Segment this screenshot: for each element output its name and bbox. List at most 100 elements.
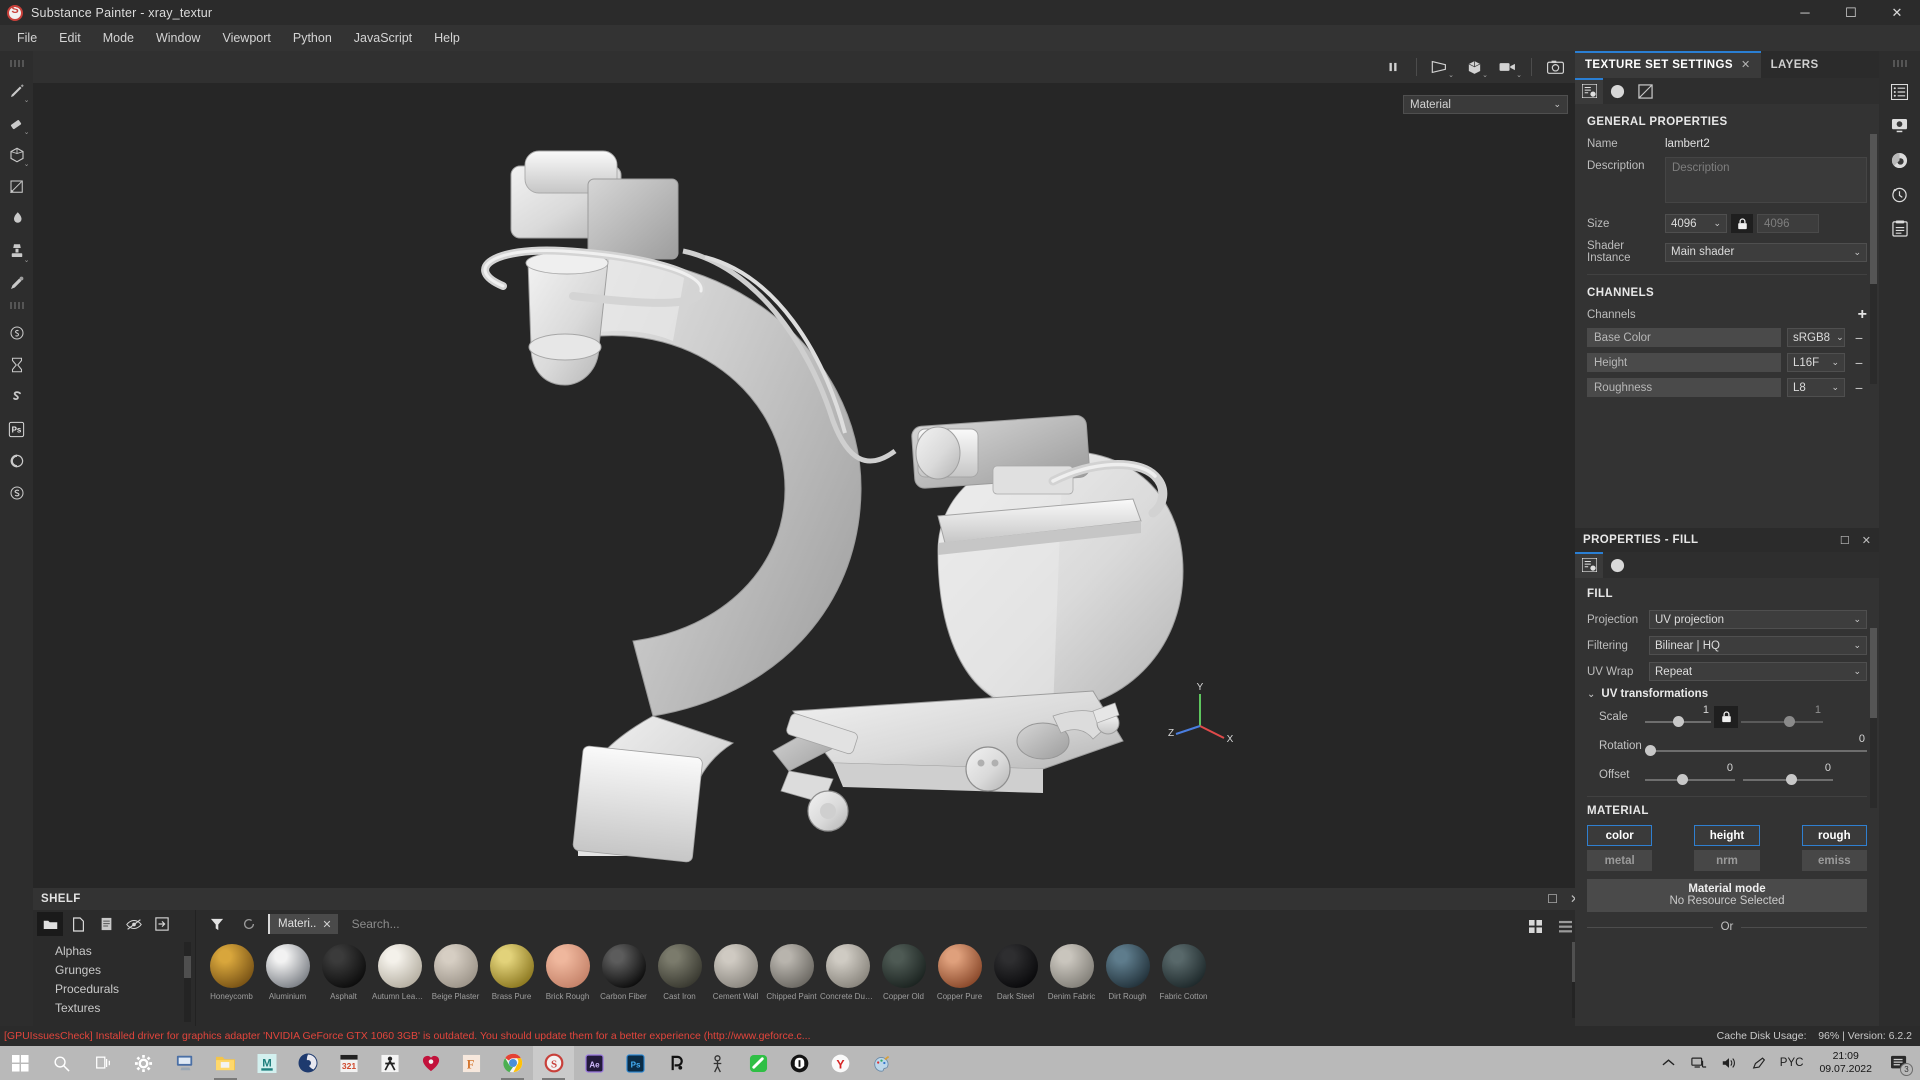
pixel-icon[interactable] (656, 1046, 697, 1080)
projection-select[interactable]: UV projection ⌄ (1649, 610, 1867, 629)
start-button-icon[interactable] (0, 1046, 41, 1080)
channel-name-roughness[interactable]: Roughness (1587, 378, 1781, 397)
add-channel-button[interactable]: + (1858, 307, 1867, 323)
channel-format-roughness[interactable]: L8 ⌄ (1787, 378, 1845, 397)
substance-share-tool[interactable] (2, 381, 32, 413)
smudge-tool[interactable] (2, 203, 32, 235)
filter-icon[interactable] (204, 912, 230, 936)
shader-instance-select[interactable]: Main shader ⌄ (1665, 242, 1867, 262)
properties-fill-scrollbar[interactable] (1870, 628, 1877, 808)
shader-settings-icon[interactable] (1883, 143, 1917, 177)
projection-tool[interactable]: ⌄ (2, 139, 32, 171)
photoshop-link-tool[interactable]: Ps (2, 413, 32, 445)
shelf-material-item[interactable]: Denim Fabric (1044, 938, 1099, 1026)
scale-v-slider[interactable]: 1 (1741, 704, 1823, 730)
fill-properties-icon[interactable] (1575, 552, 1603, 578)
paint-brush-tool[interactable]: ⌄ (2, 75, 32, 107)
properties-fill-scrollbar-thumb[interactable] (1870, 628, 1877, 718)
material-properties-icon[interactable] (1603, 552, 1631, 578)
shelf-material-item[interactable]: Autumn Leaves (372, 938, 427, 1026)
refresh-icon[interactable] (236, 912, 262, 936)
right-toolbar-grip[interactable] (1892, 60, 1907, 67)
channel-format-base-color[interactable]: sRGB8 ⌄ (1787, 328, 1845, 347)
shelf-category-procedurals[interactable]: Procedurals (55, 980, 195, 999)
task-view-icon[interactable] (82, 1046, 123, 1080)
taskbar-clock[interactable]: 21:09 09.07.2022 (1809, 1050, 1882, 1076)
close-icon[interactable]: ✕ (322, 918, 331, 931)
slider-knob[interactable] (1677, 774, 1689, 785)
menu-item-file[interactable]: File (6, 27, 48, 49)
menu-item-edit[interactable]: Edit (48, 27, 92, 49)
shader-settings-icon[interactable] (1603, 78, 1631, 104)
description-field[interactable]: Description (1665, 157, 1867, 203)
after-effects-icon[interactable]: Ae (574, 1046, 615, 1080)
slider-knob[interactable] (1672, 716, 1684, 727)
blender-rig-icon[interactable] (697, 1046, 738, 1080)
channel-format-height[interactable]: L16F ⌄ (1787, 353, 1845, 372)
display-settings-icon[interactable] (1631, 78, 1659, 104)
shelf-material-item[interactable]: Cast Iron (652, 938, 707, 1026)
menu-item-window[interactable]: Window (145, 27, 211, 49)
minimize-button[interactable]: ─ (1782, 0, 1828, 25)
paint-icon[interactable] (861, 1046, 902, 1080)
dock-icon[interactable]: ☐ (1840, 534, 1850, 547)
close-icon[interactable]: ✕ (1741, 58, 1751, 71)
network-icon[interactable] (1684, 1046, 1714, 1080)
shelf-material-item[interactable]: Honeycomb (204, 938, 259, 1026)
maximize-button[interactable]: ☐ (1828, 0, 1874, 25)
unreal-engine-icon[interactable] (779, 1046, 820, 1080)
toolbar-grip[interactable] (9, 60, 24, 67)
size-lock-icon[interactable] (1731, 214, 1753, 233)
remove-channel-height-button[interactable]: − (1851, 356, 1867, 370)
size-height-field[interactable]: 4096 (1757, 214, 1819, 233)
xnview-icon[interactable] (369, 1046, 410, 1080)
volume-icon[interactable] (1714, 1046, 1744, 1080)
shelf-category-alphas[interactable]: Alphas (55, 942, 195, 961)
shelf-material-item[interactable]: Chipped Paint (764, 938, 819, 1026)
language-indicator[interactable]: PYC (1774, 1057, 1810, 1069)
menu-item-python[interactable]: Python (282, 27, 343, 49)
eraser-tool[interactable]: ⌄ (2, 107, 32, 139)
shelf-material-item[interactable]: Concrete Dusty (820, 938, 875, 1026)
tab-layers[interactable]: LAYERS (1761, 51, 1829, 78)
shelf-material-item[interactable]: Beige Plaster (428, 938, 483, 1026)
toolbar-grip-2[interactable] (9, 302, 24, 309)
material-mode-dropzone[interactable]: Material mode No Resource Selected (1587, 879, 1867, 912)
shelf-category-grunges[interactable]: Grunges (55, 961, 195, 980)
notes-green-icon[interactable] (738, 1046, 779, 1080)
maya-icon[interactable]: M (246, 1046, 287, 1080)
shelf-material-item[interactable]: Cement Wall (708, 938, 763, 1026)
polygon-fill-tool[interactable] (2, 171, 32, 203)
substance-source-tool[interactable] (2, 317, 32, 349)
slider-knob[interactable] (1784, 716, 1796, 727)
shelf-category-scrollbar[interactable] (184, 942, 191, 1022)
shelf-material-grid[interactable]: Honeycomb Aluminium Asphalt Autumn Leaves Be… (204, 938, 1562, 1026)
viewport-3d[interactable]: ⌄ ⌄ ⌄ Material ⌄ Y X Z (33, 51, 1586, 888)
shelf-material-item[interactable]: Copper Pure (932, 938, 987, 1026)
baking-tool[interactable] (2, 349, 32, 381)
uv-wrap-select[interactable]: Repeat ⌄ (1649, 662, 1867, 681)
clone-stamp-tool[interactable]: ⌄ (2, 235, 32, 267)
channel-name-base-color[interactable]: Base Color (1587, 328, 1781, 347)
shelf-material-item[interactable]: Copper Old (876, 938, 931, 1026)
remote-desktop-icon[interactable] (164, 1046, 205, 1080)
history-icon[interactable] (1883, 177, 1917, 211)
filtering-select[interactable]: Bilinear | HQ ⌄ (1649, 636, 1867, 655)
remove-channel-roughness-button[interactable]: − (1851, 381, 1867, 395)
shelf-material-item[interactable]: Brass Pure (484, 938, 539, 1026)
rotation-slider[interactable]: 0 (1645, 733, 1867, 759)
yandex-browser-icon[interactable]: Y (820, 1046, 861, 1080)
scale-u-slider[interactable]: 1 (1645, 704, 1711, 730)
log-icon[interactable] (1883, 211, 1917, 245)
shelf-search-input[interactable]: Search... (344, 917, 1586, 931)
substance-designer-tool[interactable] (2, 477, 32, 509)
material-button-metal[interactable]: metal (1587, 850, 1653, 871)
cinema4d-icon[interactable] (287, 1046, 328, 1080)
foxit-reader-icon[interactable]: F (451, 1046, 492, 1080)
shelf-material-item[interactable]: Asphalt (316, 938, 371, 1026)
shelf-material-item[interactable]: Fabric Cotton (1156, 938, 1211, 1026)
shelf-material-item[interactable]: Aluminium (260, 938, 315, 1026)
folder-icon[interactable] (37, 912, 63, 936)
chevron-down-icon[interactable]: ⌄ (1587, 689, 1595, 700)
shelf-material-item[interactable]: Carbon Fiber (596, 938, 651, 1026)
